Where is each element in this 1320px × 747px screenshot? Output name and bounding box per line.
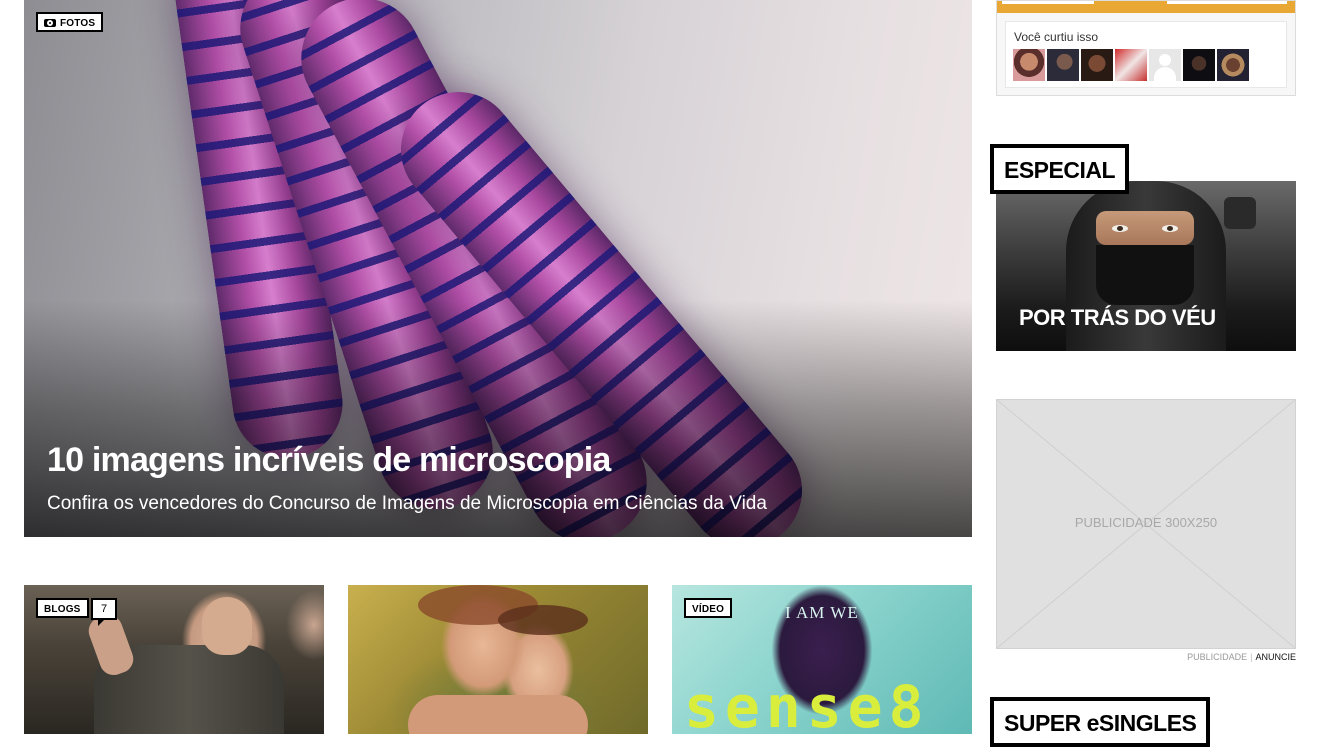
avatar[interactable] <box>1149 49 1181 81</box>
advertise-link[interactable]: ANUNCIE <box>1255 652 1296 662</box>
ad-footer: PUBLICIDADE | ANUNCIE <box>996 652 1296 662</box>
avatar[interactable] <box>1217 49 1249 81</box>
card-tag-blogs[interactable]: BLOGS <box>36 598 89 618</box>
card-tag-video[interactable]: VÍDEO <box>684 598 733 618</box>
facebook-like-button[interactable] <box>1167 1 1287 4</box>
avatar[interactable] <box>1115 49 1147 81</box>
card-image-shape <box>408 695 588 734</box>
comment-count: 7 <box>100 603 108 615</box>
ad-label: PUBLICIDADE 300X250 <box>1074 515 1218 530</box>
facebook-like-box: Você curtiu isso <box>996 0 1296 96</box>
card-image-shape <box>1096 245 1194 305</box>
card-image-shape <box>84 610 138 680</box>
card-image-shape <box>202 597 252 655</box>
article-card-photo[interactable] <box>348 585 648 734</box>
camera-icon <box>44 19 56 27</box>
card-image-shape <box>1096 211 1194 245</box>
ad-placeholder[interactable]: PUBLICIDADE 300X250 <box>996 399 1296 649</box>
hero-subtitle[interactable]: Confira os vencedores do Concurso de Ima… <box>47 493 767 515</box>
hero-tag-label: FOTOS <box>60 18 96 29</box>
avatar[interactable] <box>1047 49 1079 81</box>
hero-title[interactable]: 10 imagens incríveis de microscopia <box>47 441 611 480</box>
card-image-shape <box>1224 197 1256 229</box>
especial-feature-image[interactable]: POR TRÁS DO VÉU <box>996 181 1296 351</box>
especial-heading[interactable]: ESPECIAL <box>990 144 1130 194</box>
card-image-shape <box>498 605 588 635</box>
avatar[interactable] <box>1013 49 1045 81</box>
card-image-text: I AM WE <box>785 603 859 622</box>
comment-count-badge[interactable]: 7 <box>91 598 117 626</box>
avatar[interactable] <box>1081 49 1113 81</box>
ad-footer-label: PUBLICIDADE <box>1187 652 1248 662</box>
facebook-header-button[interactable] <box>1002 1 1094 4</box>
especial-caption: POR TRÁS DO VÉU <box>1019 305 1216 330</box>
facebook-liked-label: Você curtiu isso <box>1014 30 1099 44</box>
card-image-shape <box>1162 225 1178 232</box>
avatar[interactable] <box>1183 49 1215 81</box>
card-image-logo: sense8 <box>684 673 930 734</box>
ad-footer-separator: | <box>1250 652 1253 662</box>
facebook-friends-panel: Você curtiu isso <box>1005 21 1287 88</box>
super-esingles-heading[interactable]: SUPER eSINGLES <box>990 697 1211 747</box>
hero-tag-fotos[interactable]: FOTOS <box>36 12 104 32</box>
card-image-shape <box>1112 225 1128 232</box>
facebook-header-bar <box>997 1 1295 13</box>
